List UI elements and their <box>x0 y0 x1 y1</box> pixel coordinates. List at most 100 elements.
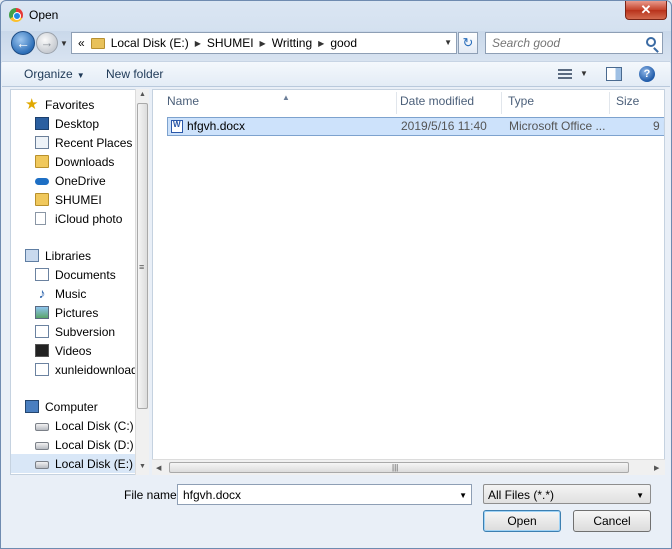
open-button[interactable]: Open <box>483 510 561 532</box>
file-size: 9 K <box>653 119 664 133</box>
sidebar-item-videos[interactable]: Videos <box>35 341 148 360</box>
breadcrumb-shumei[interactable]: SHUMEI <box>207 36 254 50</box>
navigation-scrollbar[interactable]: ▲ ≡ ▼ <box>135 89 149 475</box>
file-list[interactable]: Name ▲ Date modified Type Size hfgvh.doc… <box>152 89 665 475</box>
disk-icon <box>35 442 49 450</box>
scroll-down-icon[interactable]: ▼ <box>139 463 146 470</box>
breadcrumb-chevron-icon[interactable]: ▶ <box>260 39 266 48</box>
new-folder-button[interactable]: New folder <box>106 67 163 81</box>
sidebar-item-label: xunleidownload <box>55 362 138 377</box>
file-type-filter[interactable]: All Files (*.*) ▼ <box>483 484 651 504</box>
libraries-icon <box>25 249 39 262</box>
scroll-up-icon[interactable]: ▲ <box>139 91 146 98</box>
chevron-down-icon[interactable]: ▼ <box>459 491 467 500</box>
preview-pane-icon[interactable] <box>606 67 622 81</box>
downloads-folder-icon <box>35 155 49 168</box>
column-label: Name <box>167 94 200 108</box>
horizontal-scrollbar[interactable]: ◀ ||| ▶ <box>152 459 665 475</box>
navigation-pane[interactable]: ★ Favorites Desktop Recent Places Downloa… <box>10 89 149 475</box>
sort-ascending-icon: ▲ <box>282 93 290 102</box>
sidebar-item-local-disk-d[interactable]: Local Disk (D:) <box>35 435 148 454</box>
file-type: Microsoft Office ... <box>509 119 606 133</box>
command-bar: Organize ▼ New folder ▼ ? <box>2 61 670 87</box>
sidebar-item-icloud-photo[interactable]: iCloud photo <box>35 209 148 228</box>
sidebar-item-label: Music <box>55 286 87 301</box>
column-header-name[interactable]: Name ▲ <box>161 92 397 114</box>
sidebar-item-label: Libraries <box>45 248 92 263</box>
refresh-button[interactable]: ↻ <box>458 32 478 54</box>
sidebar-item-favorites[interactable]: ★ Favorites <box>25 95 148 114</box>
view-options-button[interactable]: ▼ <box>580 69 588 78</box>
breadcrumb-good[interactable]: good <box>330 36 357 50</box>
sidebar-item-computer[interactable]: Computer <box>25 397 148 416</box>
sidebar-item-recent-places[interactable]: Recent Places <box>35 133 148 152</box>
sidebar-item-desktop[interactable]: Desktop <box>35 114 148 133</box>
sidebar-item-label: Pictures <box>55 305 99 320</box>
search-box[interactable] <box>485 32 663 54</box>
title-bar[interactable]: Open ✕ <box>1 1 671 29</box>
sidebar-item-pictures[interactable]: Pictures <box>35 303 148 322</box>
breadcrumb-chevron-icon[interactable]: ▶ <box>318 39 324 48</box>
videos-icon <box>35 344 49 357</box>
file-date-modified: 2019/5/16 11:40 <box>401 119 487 133</box>
sidebar-item-libraries[interactable]: Libraries <box>25 246 148 265</box>
change-view-icon[interactable] <box>558 69 572 80</box>
organize-label: Organize <box>24 67 73 81</box>
scrollbar-thumb[interactable]: ≡ <box>137 103 148 409</box>
search-input[interactable] <box>490 35 640 51</box>
breadcrumb-local-disk-e[interactable]: Local Disk (E:) <box>111 36 189 50</box>
chevron-down-icon: ▼ <box>636 491 644 500</box>
documents-icon <box>35 268 49 281</box>
star-icon: ★ <box>25 96 39 113</box>
cancel-button[interactable]: Cancel <box>573 510 651 532</box>
breadcrumb-chevron-icon[interactable]: ▶ <box>195 39 201 48</box>
onedrive-icon <box>35 174 49 187</box>
file-name-input[interactable] <box>181 487 451 502</box>
sidebar-item-label: Desktop <box>55 116 100 131</box>
breadcrumb-writting[interactable]: Writting <box>272 36 312 50</box>
sidebar-item-music[interactable]: ♪ Music <box>35 284 148 303</box>
sidebar-item-local-disk-e[interactable]: Local Disk (E:) <box>11 454 137 473</box>
help-icon[interactable]: ? <box>639 66 655 82</box>
column-header-size[interactable]: Size <box>610 92 664 114</box>
sidebar-item-label: Videos <box>55 343 92 358</box>
address-dropdown-icon[interactable]: ▼ <box>444 38 452 47</box>
search-icon[interactable] <box>646 37 656 47</box>
address-overflow-button[interactable]: « <box>78 36 85 50</box>
sidebar-item-label: Local Disk (D:) <box>55 437 134 452</box>
file-type-filter-value: All Files (*.*) <box>488 488 555 502</box>
back-button[interactable]: ← <box>11 31 35 55</box>
sidebar-item-label: Computer <box>45 399 98 414</box>
file-name-combobox[interactable]: ▼ <box>177 484 472 505</box>
column-header-date-modified[interactable]: Date modified <box>394 92 502 114</box>
address-bar[interactable]: « Local Disk (E:) ▶ SHUMEI ▶ Writting ▶ … <box>71 32 457 54</box>
scroll-left-icon[interactable]: ◀ <box>156 464 161 472</box>
sidebar-item-local-disk-c[interactable]: Local Disk (C:) <box>35 416 148 435</box>
sidebar-item-xunleidownload[interactable]: xunleidownload <box>35 360 148 379</box>
sidebar-item-onedrive[interactable]: OneDrive <box>35 171 148 190</box>
pictures-icon <box>35 306 49 319</box>
sidebar-item-documents[interactable]: Documents <box>35 265 148 284</box>
open-dialog: Open ✕ ← → ▼ « Local Disk (E:) ▶ SHUMEI … <box>0 0 672 549</box>
sidebar-item-downloads[interactable]: Downloads <box>35 152 148 171</box>
chevron-down-icon: ▼ <box>76 71 85 80</box>
sidebar-item-label: OneDrive <box>55 173 106 188</box>
recent-locations-button[interactable]: ▼ <box>60 39 68 48</box>
file-row[interactable]: hfgvh.docx 2019/5/16 11:40 Microsoft Off… <box>167 117 664 136</box>
grip-icon: ||| <box>392 463 399 472</box>
sidebar-item-label: Downloads <box>55 154 115 169</box>
scrollbar-thumb[interactable]: ||| <box>169 462 629 473</box>
forward-button[interactable]: → <box>36 32 58 54</box>
sidebar-item-shumei[interactable]: SHUMEI <box>35 190 148 209</box>
close-button[interactable]: ✕ <box>625 1 667 20</box>
chrome-icon <box>9 8 23 22</box>
file-name: hfgvh.docx <box>187 119 246 133</box>
sidebar-item-label: Local Disk (C:) <box>55 418 134 433</box>
sidebar-item-label: iCloud photo <box>55 211 123 226</box>
sidebar-item-label: Documents <box>55 267 116 282</box>
organize-button[interactable]: Organize ▼ <box>24 67 85 81</box>
scroll-right-icon[interactable]: ▶ <box>654 464 659 472</box>
sidebar-item-subversion[interactable]: Subversion <box>35 322 148 341</box>
window-title: Open <box>29 8 59 22</box>
column-header-type[interactable]: Type <box>502 92 610 114</box>
